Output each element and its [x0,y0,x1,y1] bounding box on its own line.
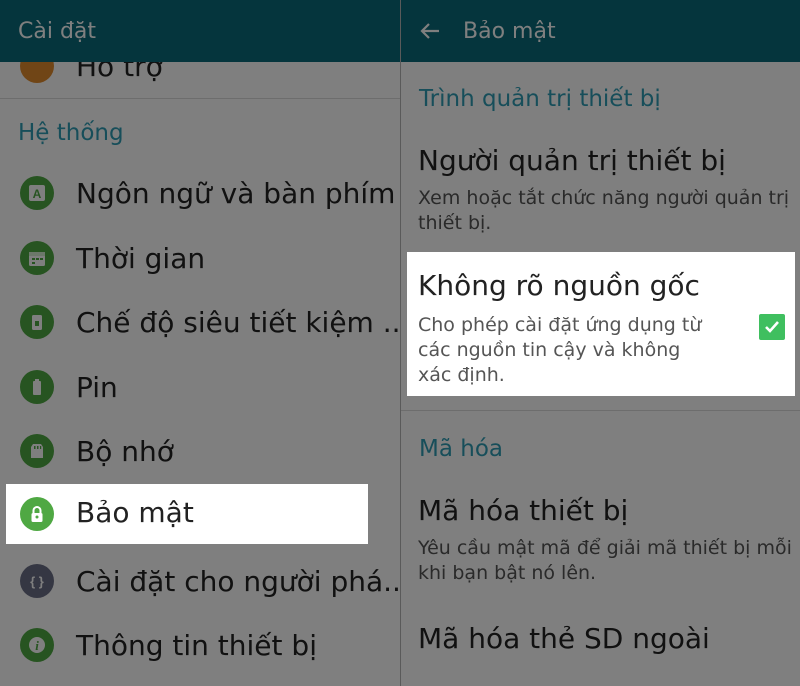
dim-overlay [0,0,400,484]
security-highlight-label: Bảo mật [76,496,194,529]
dim-overlay [368,484,400,544]
check-icon [765,321,779,333]
lock-icon [20,497,54,531]
dim-overlay [795,252,800,396]
security-highlight[interactable]: Bảo mật [6,484,368,544]
dim-overlay [401,396,800,686]
unknown-sources-checkbox[interactable] [759,314,785,340]
unknown-sources-subtitle: Cho phép cài đặt ứng dụng từ các nguồn t… [418,314,702,386]
unknown-sources-title: Không rõ nguồn gốc [418,269,700,302]
security-pane: Bảo mật Trình quản trị thiết bị Người qu… [401,0,800,686]
dim-overlay [401,0,800,252]
dim-overlay [0,544,400,686]
settings-pane: Cài đặt Hỗ trợ Hệ thống A Ngôn ngữ và bà… [0,0,400,686]
unknown-sources-item[interactable]: Không rõ nguồn gốc Cho phép cài đặt ứng … [407,252,795,396]
